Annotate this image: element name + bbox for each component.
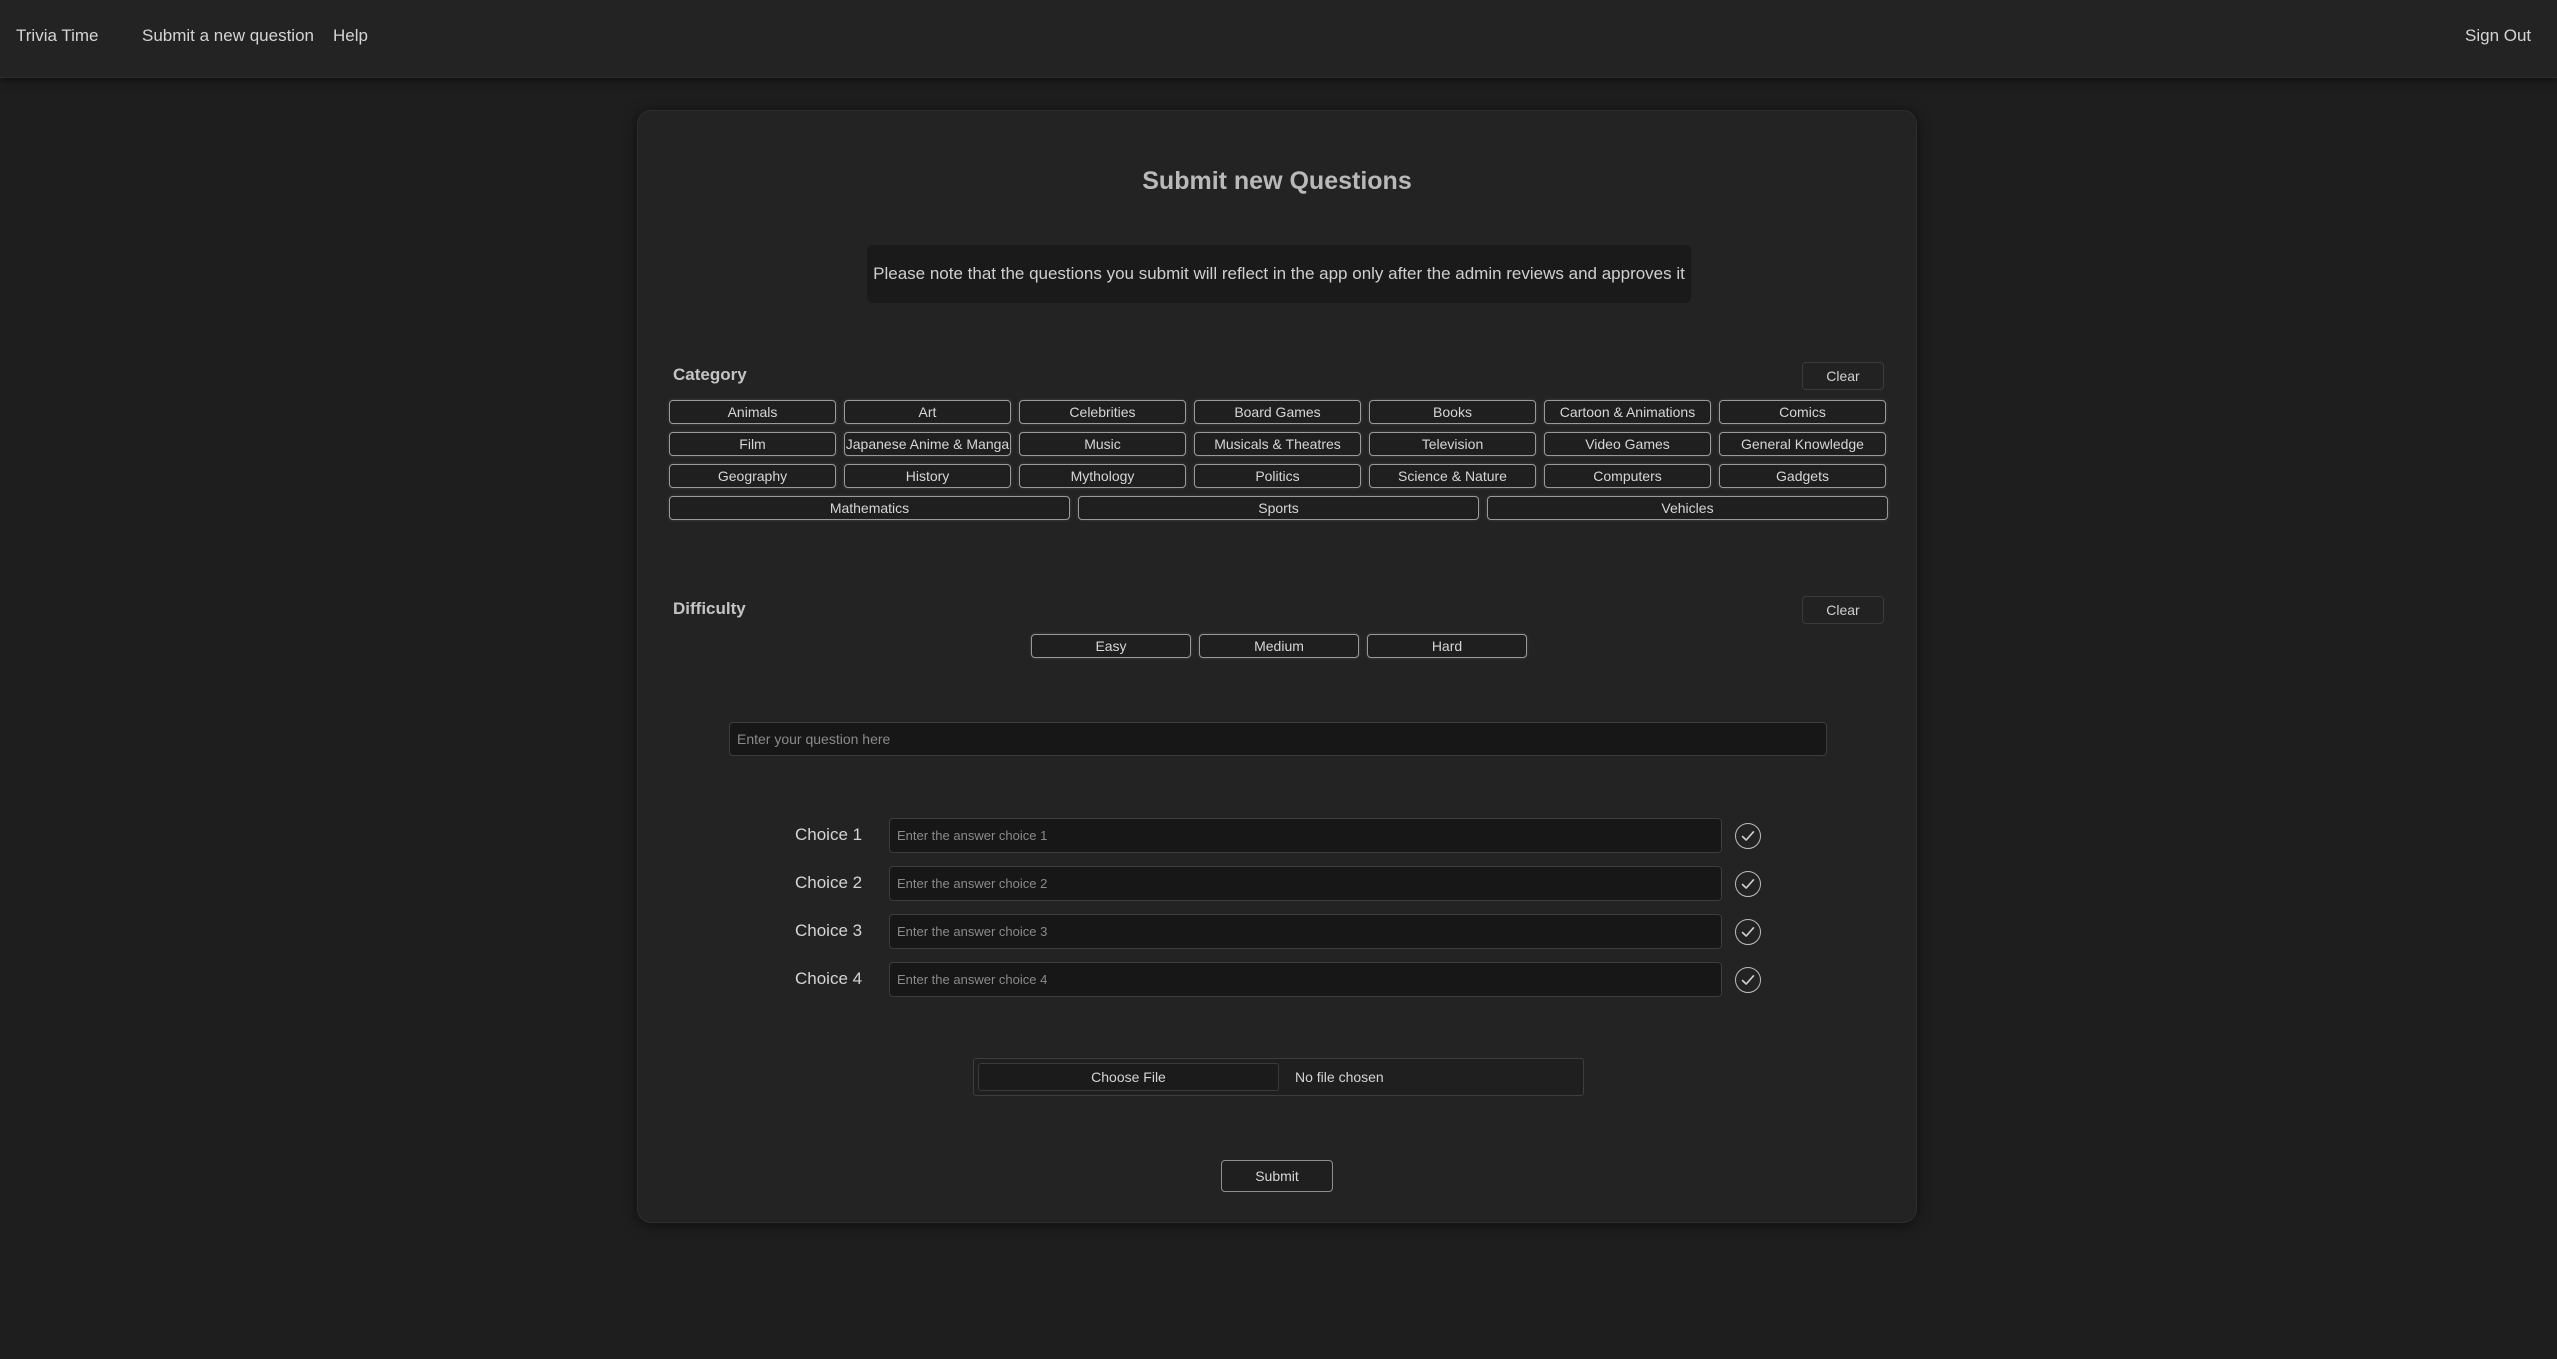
- category-chip[interactable]: Film: [669, 432, 836, 456]
- category-chip[interactable]: Gadgets: [1719, 464, 1886, 488]
- category-chip[interactable]: Mathematics: [669, 496, 1070, 520]
- category-clear-button[interactable]: Clear: [1802, 362, 1884, 390]
- category-chip[interactable]: Music: [1019, 432, 1186, 456]
- choose-file-button[interactable]: Choose File: [978, 1063, 1279, 1091]
- choice-label: Choice 4: [795, 969, 863, 988]
- submit-button[interactable]: Submit: [1221, 1160, 1333, 1192]
- brand-link[interactable]: Trivia Time: [16, 26, 99, 46]
- mark-correct-check-icon[interactable]: [1735, 919, 1761, 945]
- category-chip[interactable]: Politics: [1194, 464, 1361, 488]
- difficulty-chip[interactable]: Easy: [1031, 634, 1191, 658]
- choice-label: Choice 1: [795, 825, 863, 844]
- choice-row: Choice 3: [638, 914, 1916, 950]
- choice-label: Choice 3: [795, 921, 863, 940]
- choice-row: Choice 4: [638, 962, 1916, 998]
- nav-help-link[interactable]: Help: [333, 26, 368, 46]
- file-status: No file chosen: [1295, 1069, 1384, 1085]
- difficulty-chip[interactable]: Medium: [1199, 634, 1359, 658]
- difficulty-chip[interactable]: Hard: [1367, 634, 1527, 658]
- sign-out-link[interactable]: Sign Out: [2465, 26, 2531, 46]
- category-chip[interactable]: History: [844, 464, 1011, 488]
- category-chip[interactable]: Cartoon & Animations: [1544, 400, 1711, 424]
- category-chip[interactable]: Science & Nature: [1369, 464, 1536, 488]
- category-chip[interactable]: Sports: [1078, 496, 1479, 520]
- category-chip[interactable]: Animals: [669, 400, 836, 424]
- category-chip[interactable]: Television: [1369, 432, 1536, 456]
- difficulty-clear-button[interactable]: Clear: [1802, 596, 1884, 624]
- nav-submit-question-link[interactable]: Submit a new question: [142, 26, 314, 46]
- category-chip[interactable]: Video Games: [1544, 432, 1711, 456]
- choice-input[interactable]: [889, 962, 1722, 997]
- file-upload: Choose File No file chosen: [973, 1058, 1584, 1096]
- category-chip[interactable]: Musicals & Theatres: [1194, 432, 1361, 456]
- category-chip[interactable]: Celebrities: [1019, 400, 1186, 424]
- category-label: Category: [673, 365, 747, 384]
- mark-correct-check-icon[interactable]: [1735, 823, 1761, 849]
- difficulty-label: Difficulty: [673, 599, 746, 618]
- question-input[interactable]: [729, 722, 1827, 756]
- submit-question-card: Submit new Questions Please note that th…: [637, 110, 1917, 1223]
- choice-label: Choice 2: [795, 873, 863, 892]
- choice-input[interactable]: [889, 818, 1722, 853]
- choice-input[interactable]: [889, 914, 1722, 949]
- category-chip[interactable]: Computers: [1544, 464, 1711, 488]
- category-chip[interactable]: Board Games: [1194, 400, 1361, 424]
- choice-input[interactable]: [889, 866, 1722, 901]
- choice-row: Choice 2: [638, 866, 1916, 902]
- category-chip[interactable]: Japanese Anime & Manga: [844, 432, 1011, 456]
- category-chip[interactable]: Mythology: [1019, 464, 1186, 488]
- category-chip[interactable]: Books: [1369, 400, 1536, 424]
- category-chip[interactable]: Comics: [1719, 400, 1886, 424]
- choice-row: Choice 1: [638, 818, 1916, 854]
- review-notice: Please note that the questions you submi…: [867, 245, 1691, 303]
- top-navbar: Trivia Time Submit a new question Help S…: [0, 0, 2557, 78]
- category-chip[interactable]: Vehicles: [1487, 496, 1888, 520]
- category-chip[interactable]: Geography: [669, 464, 836, 488]
- mark-correct-check-icon[interactable]: [1735, 967, 1761, 993]
- page-title: Submit new Questions: [1142, 167, 1412, 195]
- category-chip[interactable]: General Knowledge: [1719, 432, 1886, 456]
- mark-correct-check-icon[interactable]: [1735, 871, 1761, 897]
- category-chip[interactable]: Art: [844, 400, 1011, 424]
